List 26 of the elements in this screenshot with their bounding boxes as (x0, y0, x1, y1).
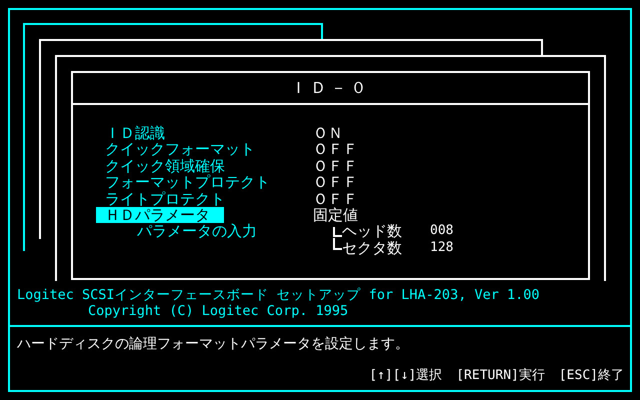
parameter-value: 128 (430, 240, 454, 256)
setting-value: ＯＦＦ (313, 190, 358, 207)
product-info: Logitec SCSIインターフェースボード セットアップ for LHA-203, Ver 1.00 (17, 287, 540, 303)
menu-item[interactable]: クイック領域確保 (96, 158, 313, 174)
copyright-text: Copyright (C) Logitec Corp. 1995 (87, 303, 350, 319)
setting-value: 固定値 (313, 206, 358, 224)
menu-item[interactable]: ＨＤパラメータ (96, 206, 224, 224)
key-hint: [↑][↓]選択 (369, 367, 442, 384)
dialog-title: ＩＤ－０ (73, 73, 588, 105)
menu-item[interactable]: パラメータの入力 (96, 223, 313, 240)
help-text: ハードディスクの論理フォーマットパラメータを設定します。 (17, 335, 410, 353)
menu-item[interactable]: クイックフォーマット (96, 141, 313, 158)
menu-item[interactable]: フォーマットプロテクト (96, 174, 313, 191)
setting-value: ＯＦＦ (313, 174, 358, 191)
setting-value: ＯＦＦ (313, 158, 358, 174)
tree-line (333, 238, 342, 250)
parameter-label: セクタ数 (342, 240, 403, 256)
setting-value: ＯＮ (313, 125, 343, 142)
parameter-label: ヘッド数 (342, 223, 403, 240)
setting-value: ＯＦＦ (313, 141, 358, 158)
tree-line (333, 226, 342, 237)
key-hint: [ESC]終了 (558, 367, 624, 384)
menu-item[interactable]: ライトプロテクト (96, 190, 313, 207)
menu-item[interactable]: ＩＤ認識 (96, 125, 313, 142)
key-hint: [RETURN]実行 (456, 367, 545, 384)
parameter-value: 008 (430, 223, 454, 240)
